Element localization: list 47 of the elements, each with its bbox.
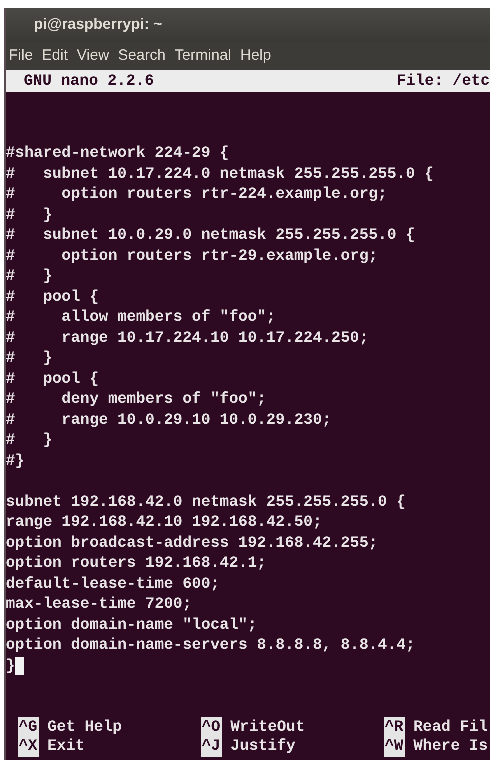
code-line: option routers 192.168.42.1; bbox=[6, 553, 266, 574]
shortcut-label[interactable]: Read Fil bbox=[414, 717, 488, 738]
code-line: option domain-name "local"; bbox=[6, 614, 258, 635]
file-name: File: /etc bbox=[396, 70, 490, 92]
code-line: # subnet 10.17.224.0 netmask 255.255.255.0 { bbox=[6, 164, 434, 184]
code-line: # } bbox=[6, 430, 53, 450]
shortcut-key: ^R bbox=[384, 717, 405, 738]
code-line: # pool { bbox=[6, 368, 100, 389]
menu-item[interactable]: Help bbox=[240, 44, 272, 68]
code-line: # option routers rtr-224.example.org; bbox=[6, 184, 388, 204]
code-line: max-lease-time 7200; bbox=[6, 594, 192, 614]
shortcut-label[interactable]: WriteOut bbox=[230, 717, 306, 738]
code-line: range 192.168.42.10 192.168.42.50; bbox=[6, 512, 322, 532]
code-line: # pool { bbox=[6, 286, 100, 307]
menu-item[interactable]: Edit bbox=[42, 44, 68, 68]
code-line: # subnet 10.0.29.0 netmask 255.255.255.0 { bbox=[6, 225, 416, 246]
code-line: default-lease-time 600; bbox=[6, 574, 220, 594]
code-line: option broadcast-address 192.168.42.255; bbox=[6, 532, 378, 553]
code-line: option domain-name-servers 8.8.8.8, 8.8.4.4; bbox=[6, 635, 416, 656]
code-line: #} bbox=[6, 450, 25, 471]
code-line: # } bbox=[6, 348, 53, 368]
shortcut-label[interactable]: Justify bbox=[230, 736, 296, 757]
code-line: # allow members of "foo"; bbox=[6, 307, 276, 328]
code-line: # } bbox=[6, 204, 53, 225]
text-cursor-icon bbox=[15, 656, 24, 675]
code-line: #shared-network 224-29 { bbox=[6, 143, 230, 164]
editor-version: GNU nano 2.2.6 bbox=[24, 70, 154, 92]
shortcut-key: ^J bbox=[201, 736, 222, 757]
window-title: pi@raspberrypi: ~ bbox=[34, 14, 162, 35]
code-line: # option routers rtr-29.example.org; bbox=[6, 246, 378, 266]
shortcut-label[interactable]: Get Help bbox=[48, 717, 122, 738]
code-line: subnet 192.168.42.0 netmask 255.255.255.0 { bbox=[6, 492, 406, 512]
shortcut-label[interactable]: Exit bbox=[48, 736, 85, 757]
shortcut-label[interactable]: Where Is bbox=[414, 736, 488, 757]
shortcut-key: ^X bbox=[18, 736, 39, 757]
code-line: } bbox=[6, 656, 16, 676]
code-line: # deny members of "foo"; bbox=[6, 389, 266, 410]
shortcut-key: ^G bbox=[18, 717, 39, 738]
code-line: # } bbox=[6, 266, 53, 286]
shortcut-key: ^O bbox=[201, 717, 222, 738]
menu-item[interactable]: Search bbox=[118, 44, 166, 68]
menu-item[interactable]: File bbox=[9, 44, 34, 68]
shortcut-key: ^W bbox=[384, 736, 405, 757]
menu-item[interactable]: View bbox=[77, 44, 110, 68]
code-line: # range 10.0.29.10 10.0.29.230; bbox=[6, 410, 332, 430]
code-line: # range 10.17.224.10 10.17.224.250; bbox=[6, 328, 369, 348]
menu-item[interactable]: Terminal bbox=[174, 44, 232, 68]
